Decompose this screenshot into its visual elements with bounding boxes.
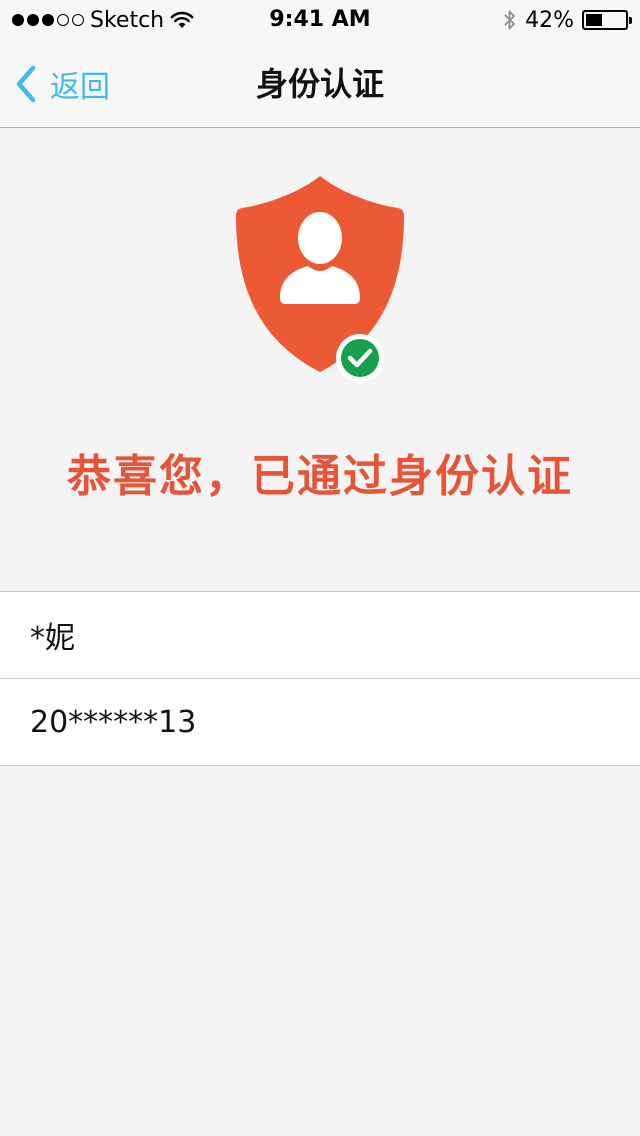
- identity-info-list: *妮 20******13: [0, 591, 640, 766]
- battery-level-fill: [586, 14, 602, 26]
- battery-icon: [582, 10, 632, 30]
- battery-percent: 42%: [525, 7, 574, 33]
- user-head: [298, 212, 342, 264]
- bluetooth-icon: [504, 10, 515, 30]
- verification-success-message: 恭喜您，已通过身份认证: [67, 451, 573, 502]
- top-bar: Sketch 9:41 AM 42% 返回 身份认证: [0, 0, 640, 128]
- page-title: 身份认证: [255, 65, 384, 103]
- status-bar: Sketch 9:41 AM 42%: [0, 0, 640, 40]
- name-row: *妮: [0, 592, 640, 679]
- navigation-bar: 返回 身份认证: [0, 40, 640, 128]
- shield-graphic: [236, 176, 404, 382]
- masked-name: *妮: [30, 621, 75, 656]
- id-number-row: 20******13: [0, 679, 640, 766]
- check-badge-icon: [341, 339, 379, 377]
- identity-verification-screen: Sketch 9:41 AM 42% 返回 身份认证 恭喜您，已通过身份认证 *…: [0, 0, 640, 1136]
- status-right: 42%: [503, 6, 632, 34]
- shield-user-check-icon: [232, 172, 416, 384]
- masked-id-number: 20******13: [30, 704, 197, 740]
